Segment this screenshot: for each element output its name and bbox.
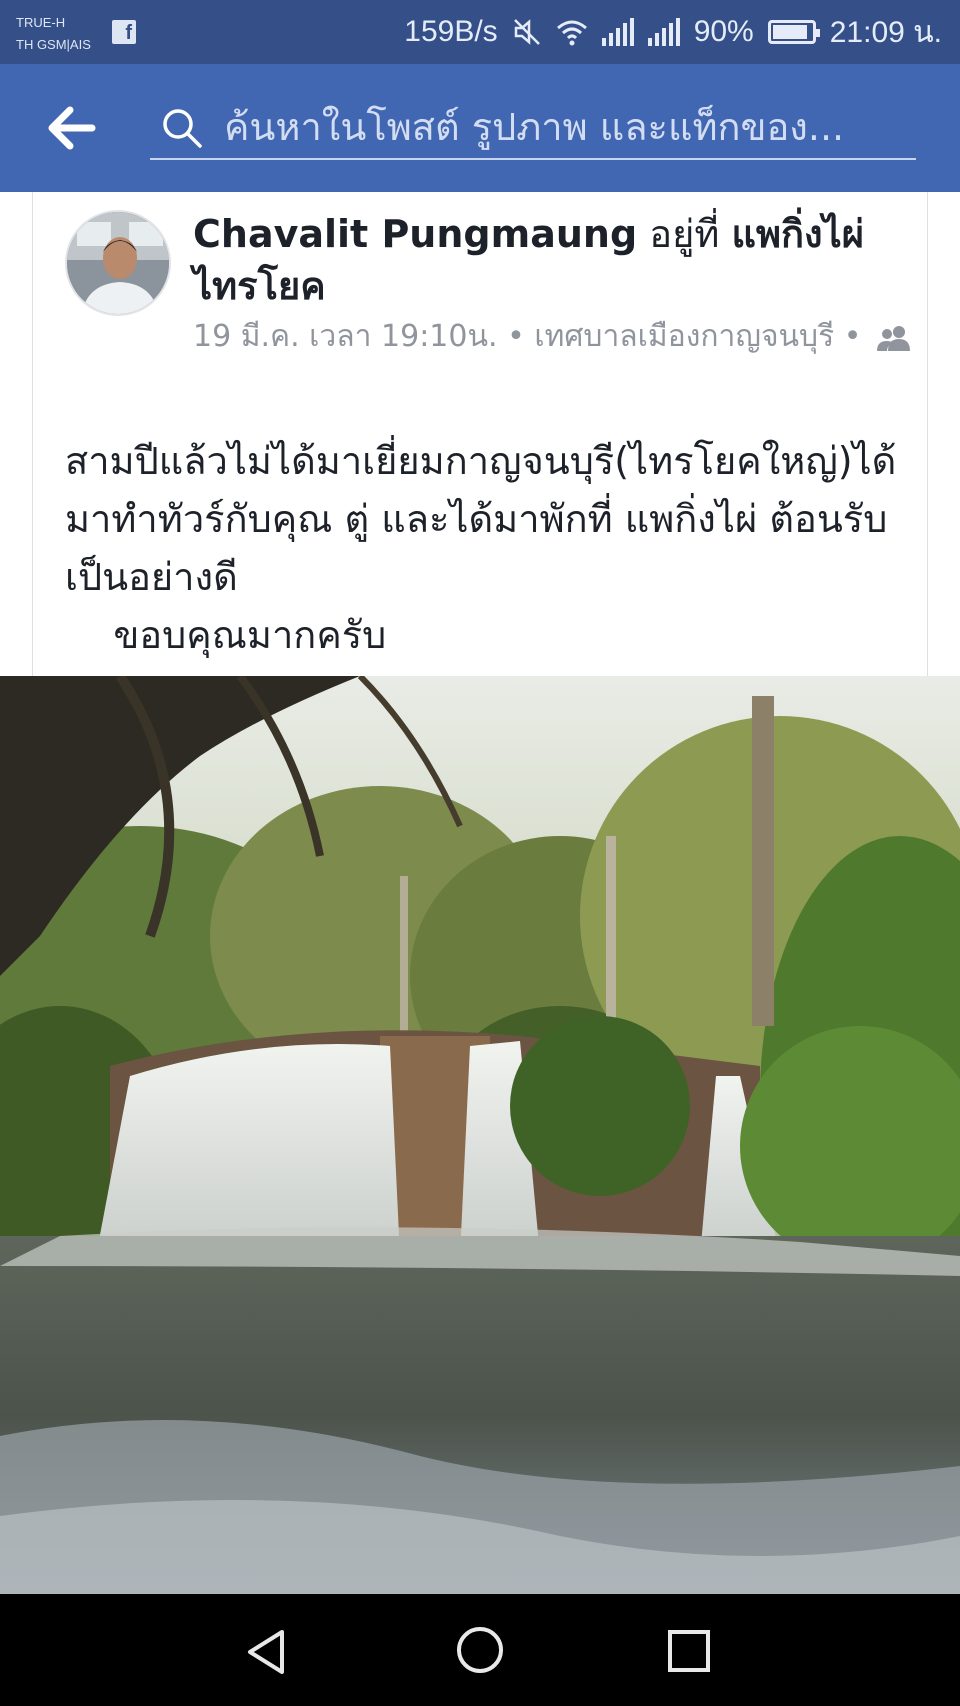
post-location[interactable]: เทศบาลเมืองกาญจนบุรี <box>534 319 834 354</box>
meta-separator: • <box>507 319 525 354</box>
signal-icon-1 <box>601 18 634 46</box>
status-bar: TRUE-H TH GSM|AIS f 159B/s 90% 21:09 น. <box>0 0 960 64</box>
search-icon <box>163 109 202 148</box>
post-header: Chavalit Pungmaung อยู่ที่ แพกิ่งไผ่ไทรโ… <box>193 208 893 312</box>
battery-icon <box>767 20 820 44</box>
meta-separator-2: • <box>843 319 862 354</box>
at-word: อยู่ที่ <box>649 212 720 256</box>
photo-image <box>0 676 960 1594</box>
facebook-notification-icon: f <box>112 20 136 44</box>
post-meta: 19 มี.ค. เวลา 19:10น. • เทศบาลเมืองกาญจน… <box>193 316 913 358</box>
search-placeholder[interactable]: ค้นหาในโพสต์ รูปภาพ และแท็กของ... <box>224 100 904 154</box>
back-triangle-icon[interactable] <box>240 1624 296 1680</box>
friends-icon <box>876 325 910 351</box>
system-nav-bar <box>0 1594 960 1706</box>
battery-fill <box>772 25 807 39</box>
back-arrow-icon[interactable] <box>46 104 98 152</box>
network-speed: 159B/s <box>404 15 498 48</box>
search-field[interactable]: ค้นหาในโพสต์ รูปภาพ และแท็กของ... <box>150 98 916 160</box>
avatar-image <box>67 212 169 314</box>
clock: 21:09 น. <box>829 15 942 49</box>
carrier-line-1: TRUE-H <box>16 15 66 30</box>
post-text: สามปีแล้วไม่ได้มาเยี่ยมกาญจนบุรี(ไทรโยคใ… <box>65 439 897 657</box>
carrier-info: TRUE-H TH GSM|AIS <box>16 12 91 56</box>
wifi-icon <box>556 20 587 46</box>
avatar[interactable] <box>65 210 171 316</box>
post-date[interactable]: 19 มี.ค. เวลา 19:10น. <box>193 319 498 354</box>
waterfall-photo[interactable] <box>0 676 960 1594</box>
battery-percent: 90% <box>693 15 754 48</box>
author-name[interactable]: Chavalit Pungmaung <box>193 212 637 256</box>
signal-icon-2 <box>647 18 680 46</box>
mute-icon <box>513 19 540 45</box>
carrier-line-2: TH GSM|AIS <box>16 37 91 52</box>
recent-apps-icon[interactable] <box>664 1626 714 1676</box>
post-card: Chavalit Pungmaung อยู่ที่ แพกิ่งไผ่ไทรโ… <box>32 192 928 676</box>
status-icons: 159B/s 90% 21:09 น. <box>404 10 942 54</box>
home-circle-icon[interactable] <box>452 1622 508 1678</box>
app-bar: ค้นหาในโพสต์ รูปภาพ และแท็กของ... <box>0 64 960 192</box>
